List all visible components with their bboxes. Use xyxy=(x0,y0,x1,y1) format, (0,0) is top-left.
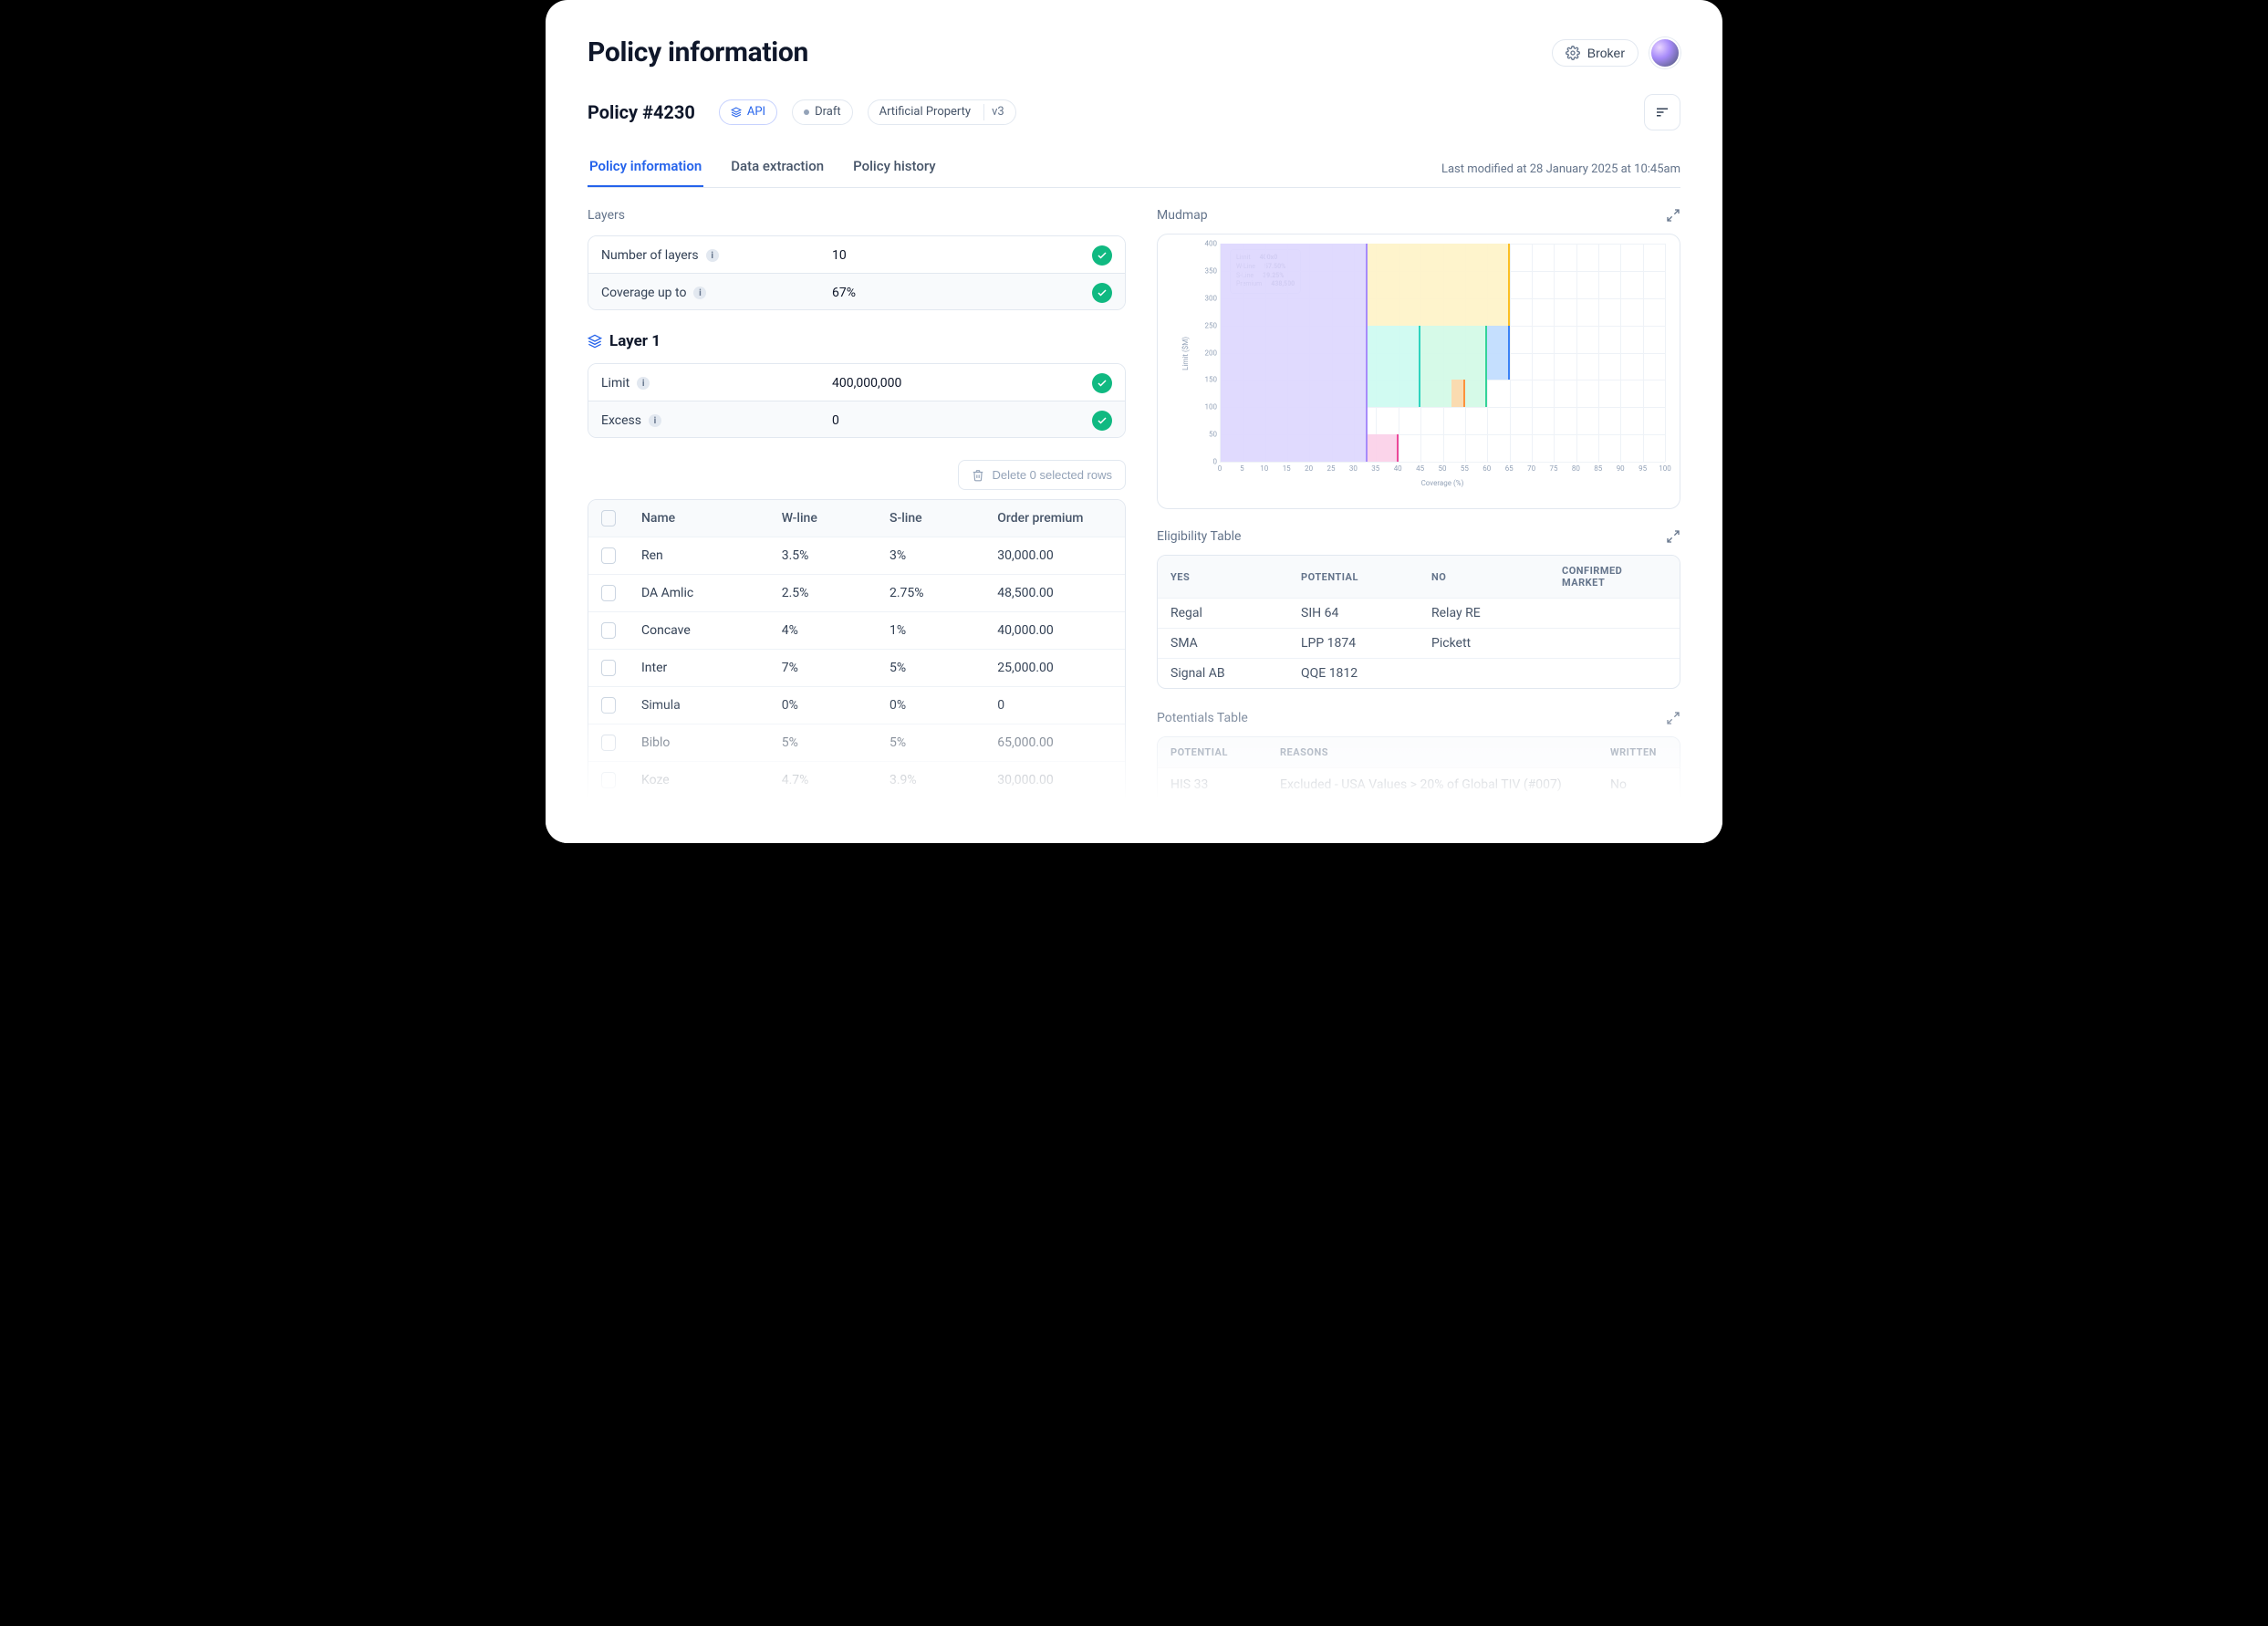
carriers-table: Name W-line S-line Order premium Ren3.5%… xyxy=(588,499,1126,837)
header: Policy information Broker xyxy=(588,36,1680,68)
table-row[interactable]: DA Amlic2.5%2.75%48,500.00 xyxy=(588,574,1125,611)
chart-region xyxy=(1487,326,1509,380)
tab-policy-information[interactable]: Policy information xyxy=(588,147,703,187)
expand-icon xyxy=(1666,711,1680,725)
check-icon xyxy=(1092,245,1112,266)
checkbox[interactable] xyxy=(601,660,616,676)
col-sline: S-line xyxy=(877,500,984,537)
avatar[interactable] xyxy=(1649,37,1680,68)
checkbox[interactable] xyxy=(601,809,616,826)
chip-product[interactable]: Artificial Property v3 xyxy=(868,99,1016,125)
table-row[interactable]: Ren3.5%3%30,000.00 xyxy=(588,537,1125,574)
trash-icon xyxy=(972,469,984,482)
layers-icon xyxy=(731,107,742,118)
expand-mudmap[interactable] xyxy=(1666,208,1680,223)
table-row[interactable]: Biblo5%5%65,000.00 xyxy=(588,724,1125,761)
expand-potentials[interactable] xyxy=(1666,711,1680,725)
section-layers-label: Layers xyxy=(588,208,1126,223)
filter-button[interactable] xyxy=(1644,94,1680,130)
col-wline: W-line xyxy=(769,500,877,537)
info-icon: i xyxy=(637,377,650,390)
layers-icon xyxy=(588,334,602,349)
dot-icon xyxy=(804,109,809,115)
chart-region xyxy=(1368,434,1399,462)
check-icon xyxy=(1092,411,1112,431)
mudmap-plot: 050100150200250300350400 Limit400x0W-Lin… xyxy=(1220,244,1665,463)
chart-xlabel: Coverage (%) xyxy=(1220,479,1665,487)
mudmap-card: Limit ($M) 050100150200250300350400 Limi… xyxy=(1157,234,1680,509)
tab-data-extraction[interactable]: Data extraction xyxy=(729,147,826,187)
tab-policy-history[interactable]: Policy history xyxy=(851,147,938,187)
eligibility-label: Eligibility Table xyxy=(1157,529,1241,544)
info-icon: i xyxy=(706,249,719,262)
checkbox[interactable] xyxy=(601,622,616,639)
info-icon: i xyxy=(693,287,706,299)
chart-region xyxy=(1368,244,1510,326)
chip-api[interactable]: API xyxy=(719,99,777,125)
table-row[interactable]: Simula0%0%0 xyxy=(588,686,1125,724)
kv-row: Limiti400,000,000 xyxy=(588,364,1125,401)
expand-icon xyxy=(1666,208,1680,223)
gear-icon xyxy=(1566,46,1580,60)
kv-row: Excessi0 xyxy=(588,401,1125,437)
last-modified: Last modified at 28 January 2025 at 10:4… xyxy=(1441,162,1680,187)
checkbox[interactable] xyxy=(601,547,616,564)
broker-button[interactable]: Broker xyxy=(1552,39,1639,67)
checkbox[interactable] xyxy=(601,772,616,788)
page-title: Policy information xyxy=(588,36,808,68)
checkbox[interactable] xyxy=(601,735,616,751)
right-column: Mudmap Limit ($M) 0501001502002503003504… xyxy=(1157,208,1680,836)
layer1-kv: Limiti400,000,000Excessi0 xyxy=(588,363,1126,438)
table-row: SMALPP 1874Pickett xyxy=(1158,628,1680,658)
expand-eligibility[interactable] xyxy=(1666,529,1680,544)
app-frame: Policy information Broker Policy #4230 A… xyxy=(546,0,1722,843)
info-icon: i xyxy=(649,414,661,427)
table-row[interactable]: Concave4%1%40,000.00 xyxy=(588,611,1125,649)
check-icon xyxy=(1092,283,1112,303)
chip-status[interactable]: Draft xyxy=(792,99,853,125)
table-row[interactable]: Koze4.7%3.9%30,000.00 xyxy=(588,761,1125,798)
mudmap-label: Mudmap xyxy=(1157,208,1208,223)
layer-1-header: Layer 1 xyxy=(588,332,1126,350)
table-row: Signal ABQQE 1812 xyxy=(1158,658,1680,688)
table-row[interactable]: Inter7%5%25,000.00 xyxy=(588,649,1125,686)
checkbox[interactable] xyxy=(601,697,616,714)
tabs: Policy information Data extraction Policy … xyxy=(588,147,1680,188)
policy-id: Policy #4230 xyxy=(588,101,695,123)
col-op: Order premium xyxy=(984,500,1125,537)
table-row: AK 1019Priority W/H sublimit / Excess - … xyxy=(1158,801,1680,835)
layers-kv: Number of layersi10Coverage up toi67% xyxy=(588,235,1126,310)
left-column: Layers Number of layersi10Coverage up to… xyxy=(588,208,1126,837)
potentials-table: POTENTIAL REASONS WRITTEN HIS 33Excluded… xyxy=(1157,736,1680,836)
broker-label: Broker xyxy=(1587,46,1625,60)
table-row: RegalSIH 64Relay RE xyxy=(1158,598,1680,628)
table-row[interactable]: LSB6%2.75%10,000.00 xyxy=(588,798,1125,836)
table-row: HIS 33Excluded - USA Values > 20% of Glo… xyxy=(1158,767,1680,801)
chart-region xyxy=(1221,244,1368,462)
check-icon xyxy=(1092,373,1112,393)
policy-meta: Policy #4230 API Draft Artificial Proper… xyxy=(588,94,1680,130)
chart-region xyxy=(1368,326,1420,408)
checkbox-all[interactable] xyxy=(601,510,616,526)
checkbox[interactable] xyxy=(601,585,616,601)
kv-row: Number of layersi10 xyxy=(588,236,1125,273)
kv-row: Coverage up toi67% xyxy=(588,273,1125,309)
potentials-label: Potentials Table xyxy=(1157,711,1248,725)
delete-selected-button[interactable]: Delete 0 selected rows xyxy=(958,460,1126,490)
filter-icon xyxy=(1654,104,1670,120)
eligibility-table: YES POTENTIAL NO CONFIRMED MARKET RegalS… xyxy=(1157,555,1680,689)
expand-icon xyxy=(1666,529,1680,544)
col-name: Name xyxy=(629,500,769,537)
